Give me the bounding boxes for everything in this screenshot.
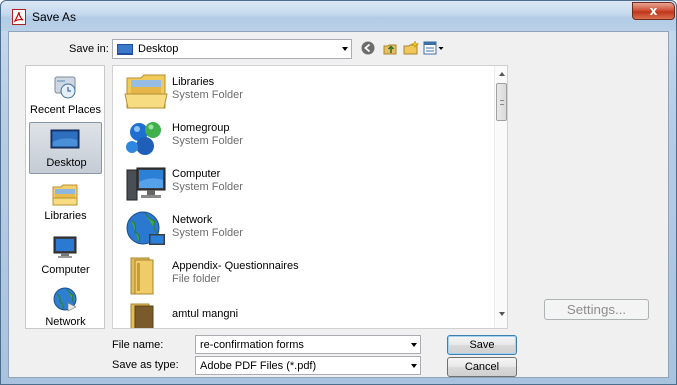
file-name-input[interactable]: re-confirmation forms	[195, 335, 421, 354]
acrobat-app-icon	[12, 9, 26, 25]
chevron-down-icon[interactable]	[411, 364, 417, 368]
save-in-value: Desktop	[138, 43, 179, 55]
save-button[interactable]: Save	[447, 335, 517, 355]
desktop-icon	[50, 129, 80, 149]
save-as-type-value: Adobe PDF Files (*.pdf)	[200, 360, 317, 372]
view-menu-icon[interactable]	[423, 40, 445, 56]
file-type: System Folder	[172, 227, 243, 239]
window-title: Save As	[32, 10, 77, 24]
place-label: Network	[45, 316, 86, 328]
grip-icon	[500, 100, 504, 105]
recent-places-icon	[54, 76, 76, 99]
new-folder-icon[interactable]	[403, 40, 419, 56]
folder-icon	[130, 303, 154, 328]
file-name: amtul mangni	[172, 308, 239, 320]
list-item[interactable]: amtul mangni	[119, 298, 489, 328]
up-folder-icon[interactable]	[382, 40, 398, 56]
place-libraries[interactable]: Libraries	[29, 176, 102, 228]
file-type: System Folder	[172, 135, 243, 147]
libraries-folder-icon	[124, 74, 168, 109]
scrollbar-thumb[interactable]	[496, 83, 507, 121]
file-type: File folder	[172, 273, 221, 285]
place-label: Desktop	[46, 157, 87, 169]
file-name: Appendix- Questionnaires	[172, 260, 299, 272]
file-name: Network	[172, 214, 213, 226]
list-item[interactable]: Network System Folder	[119, 206, 489, 252]
file-name-value: re-confirmation forms	[200, 339, 304, 351]
close-icon: x	[649, 4, 658, 18]
libraries-icon	[52, 184, 78, 206]
file-type: System Folder	[172, 89, 243, 101]
computer-icon	[53, 236, 77, 258]
back-icon[interactable]	[360, 40, 376, 56]
scroll-up-arrow-icon[interactable]	[499, 72, 505, 76]
title-bar[interactable]: Save As x	[1, 1, 676, 31]
list-item[interactable]: Appendix- Questionnaires File folder	[119, 252, 489, 298]
list-item[interactable]: Computer System Folder	[119, 160, 489, 206]
cancel-button[interactable]: Cancel	[447, 357, 517, 377]
vertical-scrollbar[interactable]	[494, 66, 507, 328]
save-as-type-label: Save as type:	[112, 359, 179, 371]
place-network[interactable]: Network	[29, 282, 102, 334]
file-name: Homegroup	[172, 122, 230, 134]
list-item[interactable]: Libraries System Folder	[119, 68, 489, 114]
save-as-type-dropdown[interactable]: Adobe PDF Files (*.pdf)	[195, 356, 421, 375]
list-item[interactable]: Homegroup System Folder	[119, 114, 489, 160]
place-recent-places[interactable]: Recent Places	[29, 70, 102, 122]
file-list[interactable]: Libraries System Folder Homegroup System…	[112, 65, 508, 329]
network-globe-icon	[126, 211, 165, 245]
scroll-down-arrow-icon[interactable]	[499, 312, 505, 316]
network-icon	[53, 287, 77, 312]
places-bar: Recent Places Desktop Libraries Computer…	[25, 65, 105, 329]
computer-icon	[126, 167, 166, 201]
settings-button[interactable]: Settings...	[544, 299, 649, 320]
save-as-dialog: Save As x Save in: Desktop Recent Places…	[0, 0, 677, 385]
dialog-client-area: Save in: Desktop Recent Places Desktop L…	[8, 31, 669, 378]
place-label: Libraries	[44, 210, 87, 222]
save-in-dropdown[interactable]: Desktop	[112, 39, 352, 59]
place-computer[interactable]: Computer	[29, 230, 102, 282]
homegroup-icon	[126, 122, 161, 155]
file-name: Libraries	[172, 76, 215, 88]
close-button[interactable]: x	[632, 2, 675, 20]
chevron-down-icon[interactable]	[411, 343, 417, 347]
file-name: Computer	[172, 168, 221, 180]
place-label: Recent Places	[30, 104, 101, 116]
file-name-label: File name:	[112, 339, 164, 351]
chevron-down-icon[interactable]	[342, 47, 348, 51]
place-desktop[interactable]: Desktop	[29, 122, 102, 174]
place-label: Computer	[41, 264, 90, 276]
desktop-icon	[117, 44, 133, 55]
file-type: System Folder	[172, 181, 243, 193]
folder-icon	[130, 257, 154, 295]
save-in-label: Save in:	[69, 43, 109, 55]
